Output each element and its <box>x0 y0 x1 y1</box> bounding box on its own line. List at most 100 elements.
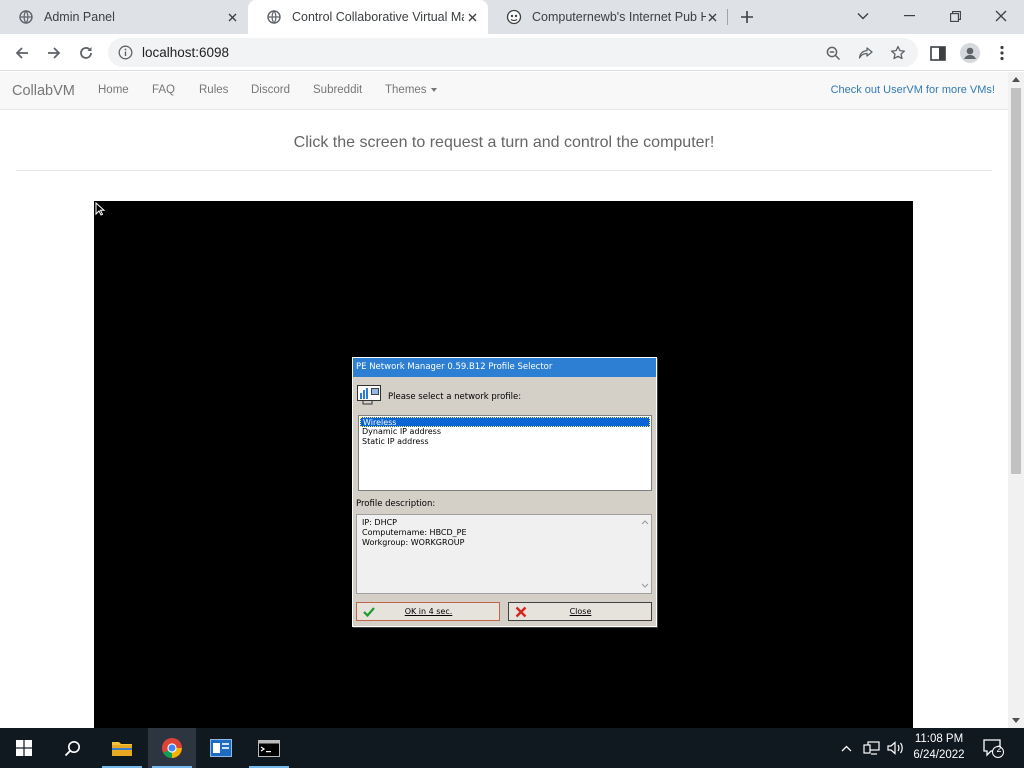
new-tab-button[interactable] <box>736 6 758 28</box>
nav-subreddit[interactable]: Subreddit <box>313 84 362 96</box>
tab-separator <box>727 9 728 25</box>
tab-title: Admin Panel <box>44 10 115 24</box>
uservm-link[interactable]: Check out UserVM for more VMs! <box>831 84 995 96</box>
arrow-left-icon <box>15 47 28 59</box>
close-button[interactable]: Close <box>508 602 652 621</box>
bookmark-star-icon[interactable] <box>889 44 907 62</box>
description-line: Workgroup: WORKGROUP <box>362 538 465 547</box>
ok-button[interactable]: OK in 4 sec. <box>356 602 500 621</box>
tab-control-vms[interactable]: Control Collaborative Virtual Machines! <box>248 0 488 34</box>
command-prompt-button[interactable] <box>245 728 293 768</box>
menu-button[interactable] <box>990 41 1014 65</box>
arrow-right-icon <box>48 47 61 59</box>
profile-item-static-ip[interactable]: Static IP address <box>360 437 650 447</box>
profile-item-dynamic-ip[interactable]: Dynamic IP address <box>360 427 650 437</box>
taskbar-clock[interactable]: 11:08 PM 6/24/2022 <box>906 731 972 763</box>
clock-time: 11:08 PM <box>914 733 964 745</box>
kebab-menu-icon <box>1000 45 1004 61</box>
close-button-label: Close <box>569 607 592 616</box>
caret-down-icon <box>430 87 437 92</box>
dialog-title: PE Network Manager 0.59.B12 Profile Sele… <box>353 358 656 377</box>
volume-tray-icon[interactable] <box>884 728 906 768</box>
site-navbar: CollabVM Home FAQ Rules Discord Subreddi… <box>0 72 1008 110</box>
show-hidden-icons-button[interactable] <box>836 728 856 768</box>
plus-icon <box>741 11 753 23</box>
minimize-button[interactable] <box>896 4 922 28</box>
ok-button-label: OK in 4 sec. <box>404 607 453 616</box>
zoom-icon[interactable] <box>824 44 842 62</box>
tab-search-button[interactable] <box>850 4 876 28</box>
close-window-button[interactable] <box>988 4 1014 28</box>
profile-listbox[interactable]: Wireless Dynamic IP address Static IP ad… <box>358 415 652 491</box>
dialog-prompt: Please select a network profile: <box>388 392 522 402</box>
computernewb-icon <box>506 9 522 25</box>
nav-rules[interactable]: Rules <box>199 84 228 96</box>
avatar-icon <box>960 43 980 63</box>
side-panel-icon <box>930 45 946 61</box>
globe-icon <box>18 9 34 25</box>
taskbar-search-button[interactable] <box>48 728 96 768</box>
windows-taskbar: 11:08 PM 6/24/2022 2 <box>0 728 1024 768</box>
nav-home[interactable]: Home <box>98 84 129 96</box>
minimize-icon <box>903 15 915 17</box>
tab-title: Computernewb's Internet Pub Hub <box>532 10 706 24</box>
scrollbar-thumb[interactable] <box>1011 88 1021 474</box>
side-panel-button[interactable] <box>926 41 950 65</box>
chrome-taskbar-button[interactable] <box>148 728 196 768</box>
action-center-button[interactable]: 2 <box>978 728 1008 768</box>
server-manager-icon <box>210 739 232 757</box>
profile-description-label: Profile description: <box>356 499 436 509</box>
close-tab-icon[interactable] <box>464 9 480 25</box>
chevron-down-icon <box>857 13 869 20</box>
network-manager-icon <box>357 385 381 405</box>
profile-selector-dialog: PE Network Manager 0.59.B12 Profile Sele… <box>352 357 657 627</box>
nav-themes-label: Themes <box>385 84 427 96</box>
globe-icon <box>266 9 282 25</box>
scroll-up-arrow[interactable] <box>1012 77 1020 82</box>
reload-button[interactable] <box>74 41 98 65</box>
description-line: IP: DHCP <box>362 518 398 527</box>
tab-admin-panel[interactable]: Admin Panel <box>0 0 248 34</box>
checkmark-icon <box>363 606 375 617</box>
restore-icon <box>949 10 961 22</box>
nav-discord[interactable]: Discord <box>251 84 290 96</box>
start-button[interactable] <box>0 728 48 768</box>
file-explorer-button[interactable] <box>98 728 146 768</box>
speaker-icon <box>886 741 903 755</box>
chevron-up-icon <box>841 745 851 751</box>
tab-computernewb[interactable]: Computernewb's Internet Pub Hub <box>488 0 728 34</box>
mouse-cursor-icon <box>95 202 105 216</box>
network-icon <box>862 741 880 755</box>
back-button[interactable] <box>10 41 34 65</box>
network-tray-icon[interactable] <box>860 728 882 768</box>
description-line: Computername: HBCD_PE <box>362 528 467 537</box>
close-tab-icon[interactable] <box>704 9 720 25</box>
close-tab-icon[interactable] <box>224 9 240 25</box>
tab-strip: Admin Panel Control Collaborative Virtua… <box>0 0 1024 34</box>
url-text[interactable]: localhost:6098 <box>142 45 229 60</box>
site-info-icon[interactable] <box>118 45 133 63</box>
page-scrollbar[interactable] <box>1008 72 1024 728</box>
description-scrollbar[interactable] <box>640 516 650 592</box>
terminal-icon <box>258 739 280 757</box>
tab-title: Control Collaborative Virtual Machines! <box>292 10 464 24</box>
red-x-icon <box>515 606 527 617</box>
nav-themes-dropdown[interactable]: Themes <box>385 84 437 96</box>
restore-button[interactable] <box>942 4 968 28</box>
close-icon <box>995 10 1007 22</box>
forward-button[interactable] <box>42 41 66 65</box>
profile-description-box[interactable]: IP: DHCP Computername: HBCD_PE Workgroup… <box>356 514 652 594</box>
vm-display[interactable]: PE Network Manager 0.59.B12 Profile Sele… <box>94 201 913 728</box>
notification-count: 2 <box>996 744 1002 754</box>
profile-button[interactable] <box>958 41 982 65</box>
web-page: CollabVM Home FAQ Rules Discord Subreddi… <box>0 72 1008 728</box>
share-icon[interactable] <box>857 44 875 62</box>
site-brand[interactable]: CollabVM <box>12 83 75 99</box>
nav-faq[interactable]: FAQ <box>152 84 175 96</box>
server-manager-button[interactable] <box>197 728 245 768</box>
browser-toolbar: localhost:6098 <box>0 34 1024 71</box>
address-bar[interactable]: localhost:6098 <box>108 38 918 67</box>
windows-logo-icon <box>16 740 32 756</box>
scroll-down-arrow[interactable] <box>1012 718 1020 723</box>
profile-item-wireless[interactable]: Wireless <box>360 417 650 427</box>
